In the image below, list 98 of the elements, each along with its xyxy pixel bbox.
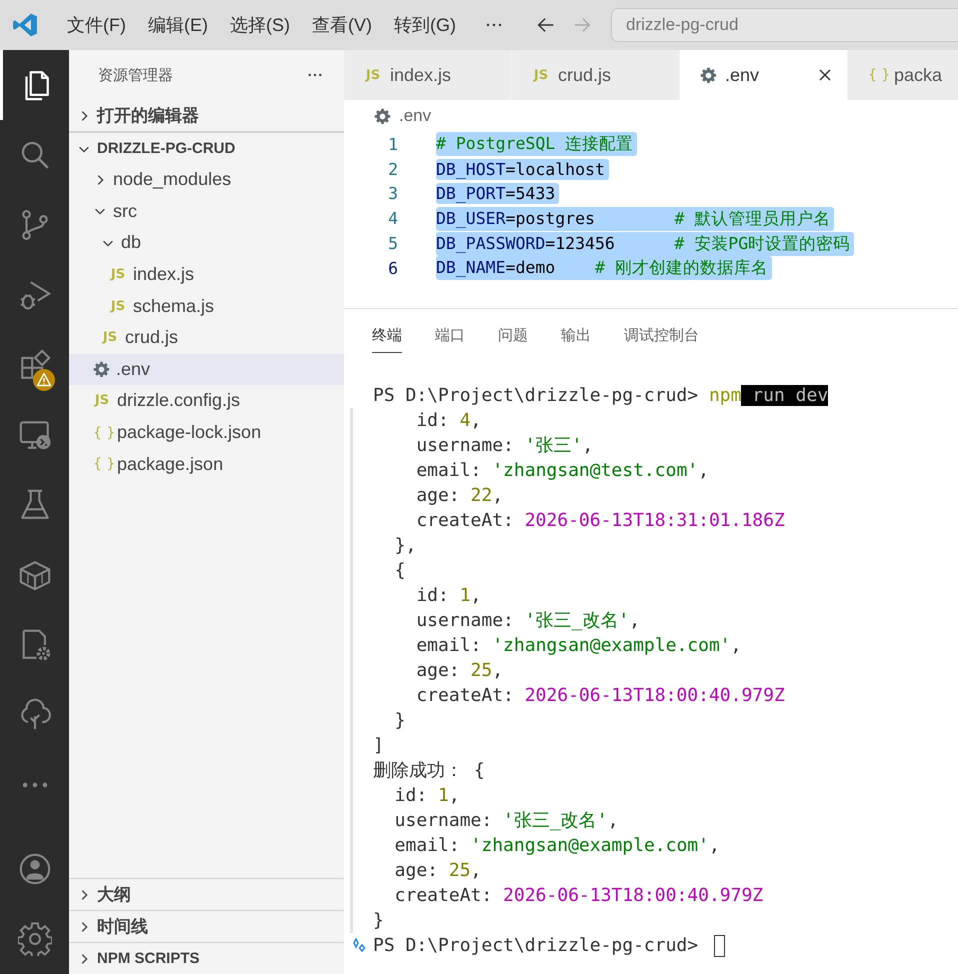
file-name: index.js — [133, 264, 194, 286]
close-icon[interactable] — [817, 67, 833, 83]
panel-tab[interactable]: 端口 — [435, 320, 465, 352]
terminal-line: age: 25, — [394, 859, 482, 883]
app-logo — [12, 12, 38, 38]
panel-tab[interactable]: 终端 — [372, 320, 402, 352]
command-center-field[interactable]: drizzle-pg-crud — [610, 8, 958, 42]
tree-item[interactable]: JS index.js — [69, 258, 344, 290]
file-name: drizzle.config.js — [117, 390, 240, 412]
terminal-line: id: 1, — [394, 784, 460, 808]
braces-icon: { } — [93, 456, 111, 472]
gear-icon — [700, 66, 717, 84]
braces-icon: { } — [868, 67, 886, 83]
tree-item[interactable]: node_modules — [69, 164, 344, 196]
section-title: DRIZZLE-PG-CRUD — [97, 140, 236, 157]
terminal-line: id: 1, — [415, 584, 482, 608]
panel-tab[interactable]: 问题 — [498, 320, 528, 352]
terminal-line: createAt: 2026-06-13T18:00:40.979Z — [415, 684, 785, 708]
section-header[interactable]: DRIZZLE-PG-CRUD — [69, 132, 344, 164]
section-header[interactable]: NPM SCRIPTS — [69, 942, 344, 974]
section-title: 时间线 — [97, 916, 148, 938]
file-name: package-lock.json — [117, 422, 262, 444]
remote-monitor-icon[interactable] — [18, 418, 52, 452]
js-file-icon: JS — [532, 68, 550, 82]
terminal-line: } — [394, 709, 406, 733]
section-header[interactable]: 时间线 — [69, 910, 344, 942]
terminal-line: } — [373, 909, 384, 933]
file-name: crud.js — [125, 327, 178, 348]
js-file-icon: JS — [109, 267, 127, 282]
terminal-line: email: 'zhangsan@example.com', — [415, 634, 742, 658]
tree-item[interactable]: { }package-lock.json — [69, 416, 344, 448]
sidebar-title: 资源管理器 — [98, 66, 173, 84]
terminal-line: createAt: 2026-06-13T18:00:40.979Z — [394, 884, 764, 908]
terminal-prompt: PS D:\Project\drizzle-pg-crud> — [373, 934, 700, 958]
js-file-icon: JS — [101, 330, 119, 346]
tab-label: index.js — [390, 64, 452, 86]
editor-tab[interactable]: JS index.js — [344, 50, 512, 100]
account-icon[interactable] — [18, 852, 52, 886]
gear-icon — [374, 108, 391, 124]
file-name: schema.js — [133, 296, 214, 317]
terminal-line: username: '张三_改名', — [415, 609, 640, 633]
tree-item[interactable]: db — [69, 227, 344, 259]
terminal-line: username: '张三_改名', — [394, 809, 618, 833]
braces-icon: { } — [93, 424, 111, 441]
panel-tab[interactable]: 输出 — [561, 320, 591, 352]
gear-icon — [93, 360, 110, 378]
js-file-icon: JS — [364, 68, 382, 82]
terminal-line: id: 4, — [415, 409, 482, 433]
file-name: node_modules — [113, 169, 232, 190]
js-file-icon: JS — [93, 393, 111, 408]
terminal-prompt: PS D:\Project\drizzle-pg-crud> npm run dev — [373, 384, 828, 408]
tree-item[interactable]: JS crud.js — [69, 322, 344, 354]
line-number: 1 — [387, 134, 398, 154]
settings-icon[interactable] — [18, 922, 52, 956]
terminal-line: age: 22, — [415, 484, 504, 508]
menu-item[interactable]: 查看(V) — [302, 13, 381, 37]
section-header[interactable]: 大纲 — [69, 878, 344, 910]
package-icon[interactable] — [18, 558, 52, 592]
file-name: db — [121, 232, 142, 254]
line-number: 6 — [387, 258, 398, 278]
section-title: 大纲 — [97, 884, 131, 906]
line-number: 5 — [387, 234, 398, 254]
breadcrumb-item[interactable]: .env — [399, 106, 432, 126]
terminal-line: username: '张三', — [415, 434, 594, 458]
tab-label: .env — [725, 64, 760, 86]
menu-item[interactable]: 编辑(E) — [138, 13, 217, 37]
menu-item[interactable]: 转到(G) — [384, 13, 465, 37]
editor-tab[interactable]: JS crud.js — [512, 50, 680, 100]
editor-tab[interactable]: .env — [680, 50, 848, 100]
tree-item[interactable]: { }package.json — [69, 448, 344, 480]
tab-label: crud.js — [558, 64, 612, 86]
menu-item[interactable]: 文件(F) — [58, 13, 135, 37]
line-number: 2 — [387, 160, 398, 179]
menu-item[interactable]: 选择(S) — [220, 13, 299, 37]
terminal-line: }, — [394, 534, 416, 558]
terminal-line: createAt: 2026-06-13T18:31:01.186Z — [415, 509, 785, 533]
terminal-line: { — [394, 559, 406, 583]
tree-item[interactable]: JS schema.js — [69, 290, 344, 322]
file-name: src — [113, 200, 137, 222]
file-name: .env — [116, 358, 150, 380]
terminal-line: age: 25, — [415, 659, 504, 683]
file-name: package.json — [117, 454, 224, 475]
section-title: 打开的编辑器 — [97, 105, 199, 127]
tree-item[interactable]: .env — [69, 354, 344, 386]
section-title: NPM SCRIPTS — [97, 950, 200, 967]
tab-label: packa — [894, 64, 942, 86]
panel-tab[interactable]: 调试控制台 — [624, 320, 699, 352]
terminal-line: ] — [373, 734, 384, 758]
tree-item[interactable]: src — [69, 196, 344, 228]
terminal-line: email: 'zhangsan@test.com', — [415, 459, 709, 483]
terminal-line: email: 'zhangsan@example.com', — [394, 834, 720, 858]
section-header[interactable]: 打开的编辑器 — [69, 100, 344, 132]
tree-item[interactable]: JS drizzle.config.js — [69, 385, 344, 417]
terminal-line: 删除成功： { — [373, 759, 485, 783]
js-file-icon: JS — [109, 298, 127, 314]
editor-tab[interactable]: { } packa — [848, 50, 958, 100]
line-number: 4 — [387, 209, 398, 228]
line-number: 3 — [387, 184, 398, 204]
